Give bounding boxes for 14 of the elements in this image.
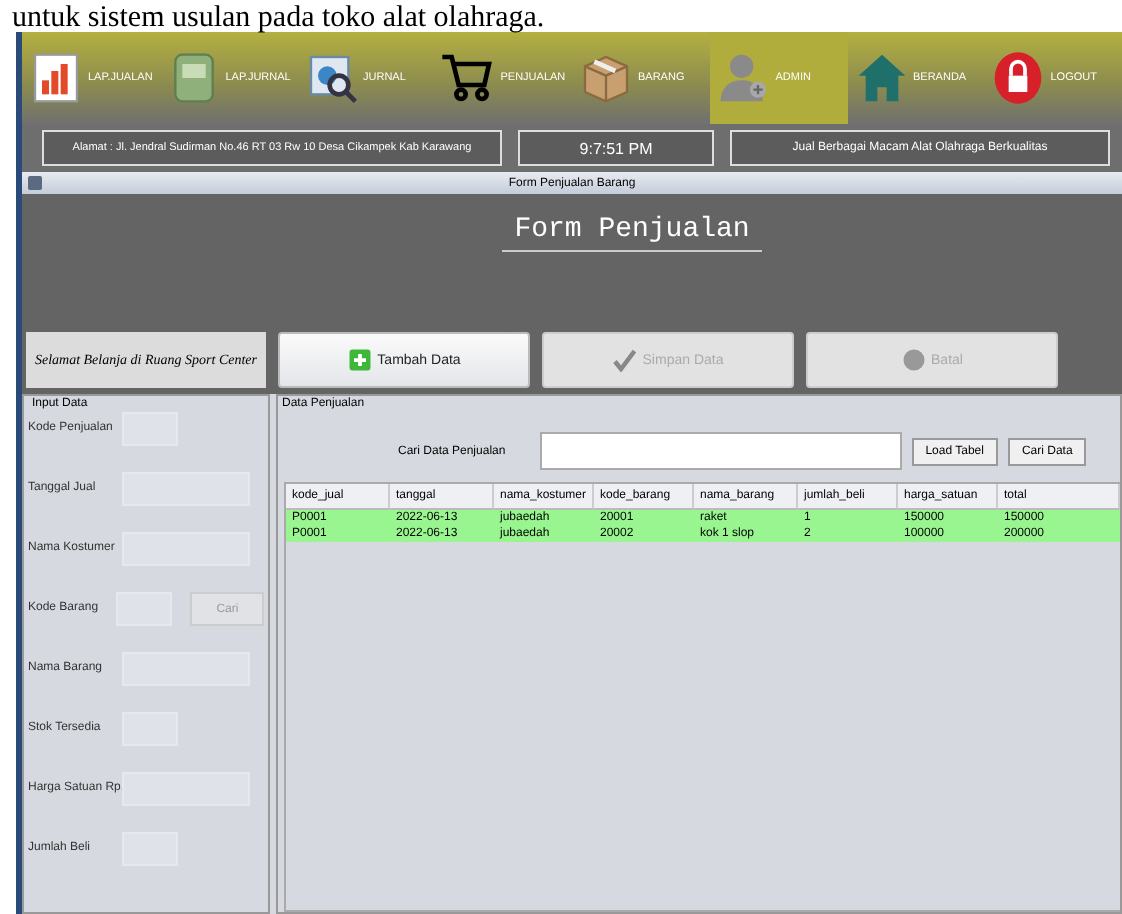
person-plus-icon [715, 50, 772, 106]
cart-icon [440, 50, 497, 106]
plus-icon [347, 348, 372, 372]
document-text: untuk sistem usulan pada toko alat olahraga. [10, 2, 545, 34]
form-heading: Form Penjualan [502, 214, 762, 252]
chart-icon [28, 50, 84, 106]
checkmark-icon [612, 348, 637, 372]
window-menu-icon[interactable] [28, 176, 42, 190]
clock-text: 9:7:51 PM [518, 130, 714, 166]
search-field[interactable] [539, 432, 902, 470]
lock-icon [990, 50, 1047, 106]
house-icon [853, 50, 909, 106]
box-icon [578, 50, 634, 106]
circle-icon [901, 348, 926, 372]
